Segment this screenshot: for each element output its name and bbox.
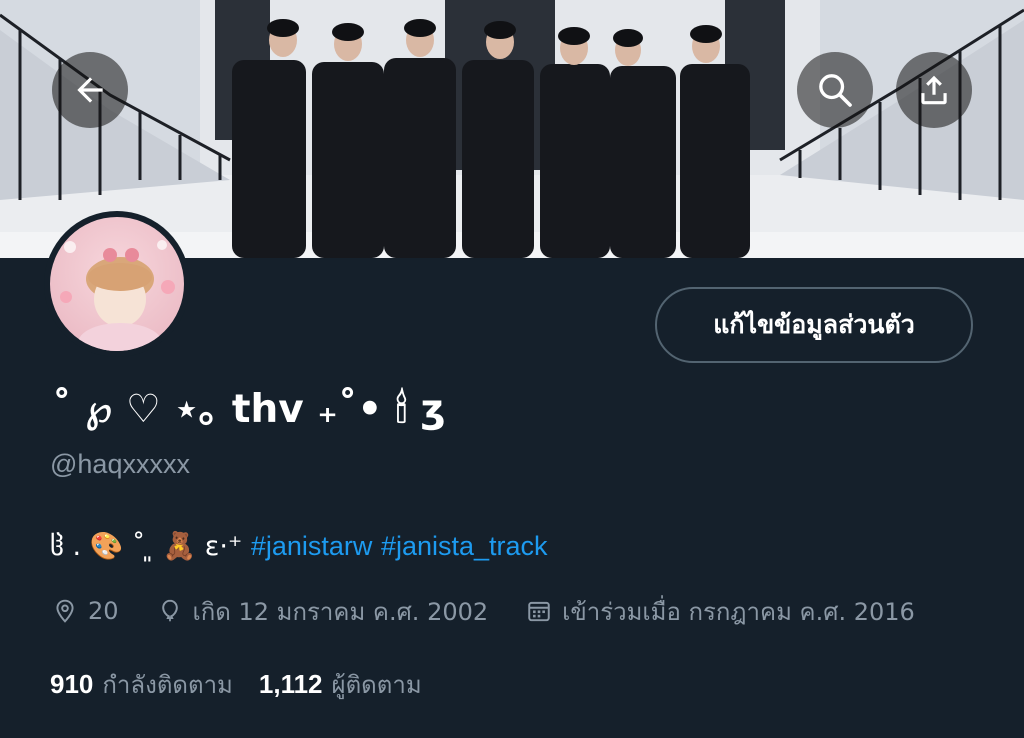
calendar-icon bbox=[528, 601, 550, 622]
balloon-icon bbox=[161, 599, 178, 622]
profile-avatar[interactable] bbox=[44, 211, 190, 357]
followers-link[interactable]: 1,112 ผู้ติดตาม bbox=[259, 665, 422, 704]
bio-hashtag-janista-track[interactable]: #janista_track bbox=[381, 531, 548, 561]
following-label: กำลังติดตาม bbox=[102, 671, 233, 699]
bio-hashtag-janistarw[interactable]: #janistarw bbox=[251, 531, 373, 561]
search-icon bbox=[819, 74, 852, 107]
birthday-text: เกิด 12 มกราคม ค.ศ. 2002 bbox=[192, 597, 489, 626]
followers-count: 1,112 bbox=[258, 669, 323, 699]
profile-meta: 20 เกิด 12 มกราคม ค.ศ. 2002 เข้าร่วมเมื่… bbox=[52, 593, 953, 629]
share-button[interactable] bbox=[896, 52, 972, 128]
joined-item: เข้าร่วมเมื่อ กรกฎาคม ค.ศ. 2016 bbox=[526, 592, 915, 631]
profile-banner[interactable] bbox=[0, 0, 1024, 258]
following-link[interactable]: 910 กำลังติดตาม bbox=[50, 665, 233, 704]
location-text: 20 bbox=[88, 597, 119, 625]
location-pin-icon bbox=[56, 599, 74, 623]
profile-display-name: ˚ ℘ ♡ ⋆｡ thv ₊˚• 🕯 ʒ bbox=[52, 387, 446, 432]
profile-bio: ჱ . 🎨 ˚ ͈ 🧸 ɛ·⁺ #janistarw #janista_trac… bbox=[50, 530, 548, 562]
share-upload-icon bbox=[921, 75, 947, 105]
profile-handle: @haqxxxxx bbox=[50, 449, 190, 479]
bio-text: ჱ . 🎨 ˚ ͈ 🧸 ɛ·⁺ bbox=[50, 531, 243, 562]
joined-text: เข้าร่วมเมื่อ กรกฎาคม ค.ศ. 2016 bbox=[562, 597, 915, 626]
back-button[interactable] bbox=[52, 52, 128, 128]
avatar-image bbox=[50, 217, 184, 351]
edit-profile-button[interactable]: แก้ไขข้อมูลส่วนตัว bbox=[655, 287, 973, 363]
location-item: 20 bbox=[52, 597, 119, 625]
following-count: 910 bbox=[50, 669, 94, 699]
follow-stats: 910 กำลังติดตาม 1,112 ผู้ติดตาม bbox=[50, 665, 448, 704]
birthday-item: เกิด 12 มกราคม ค.ศ. 2002 bbox=[157, 592, 489, 631]
arrow-left-icon bbox=[77, 77, 103, 103]
banner-photo bbox=[0, 0, 1024, 258]
search-button[interactable] bbox=[797, 52, 873, 128]
followers-label: ผู้ติดตาม bbox=[331, 671, 422, 699]
